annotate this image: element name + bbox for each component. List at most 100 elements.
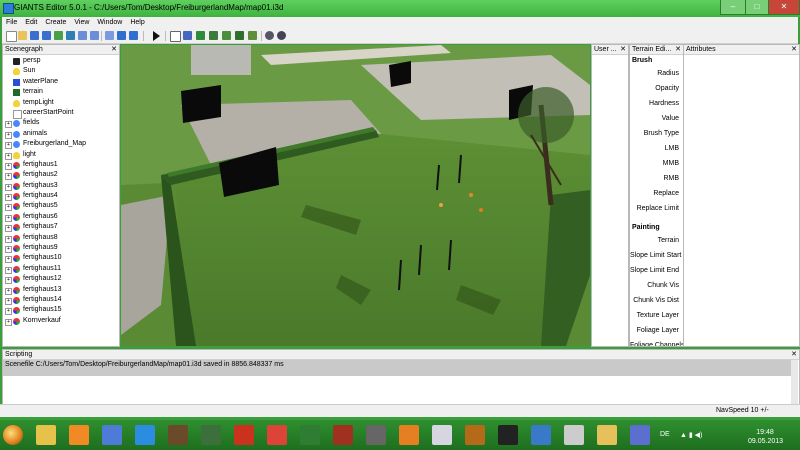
language-indicator[interactable]: DE (660, 431, 670, 438)
expand-toggle-icon[interactable]: + (5, 308, 12, 316)
scenegraph-node[interactable]: + fertighaus5 (3, 201, 119, 212)
terrain-sculpt-icon[interactable] (222, 31, 231, 40)
internet-explorer-icon[interactable] (135, 425, 155, 445)
copy-icon[interactable] (90, 31, 99, 40)
scenegraph-node[interactable]: + fertighaus13 (3, 285, 119, 295)
scenegraph-node[interactable]: + fertighaus15 (3, 305, 119, 316)
scenegraph-node[interactable]: + light (3, 150, 119, 160)
undo-icon[interactable] (117, 31, 126, 40)
save-icon[interactable] (30, 31, 39, 40)
scenegraph-node[interactable]: + fertighaus10 (3, 253, 119, 264)
expand-toggle-icon[interactable]: + (5, 235, 12, 243)
scenegraph-node[interactable]: tempLight (3, 98, 119, 108)
scenegraph-node[interactable]: + fertighaus8 (3, 233, 119, 243)
expand-toggle-icon[interactable]: + (5, 225, 12, 233)
expand-toggle-icon[interactable]: + (5, 297, 12, 305)
circle-2-icon[interactable] (498, 425, 518, 445)
scenegraph-node[interactable]: + fields (3, 118, 119, 129)
expand-toggle-icon[interactable]: + (5, 173, 12, 181)
satellite-icon[interactable] (102, 425, 122, 445)
farming-2012-icon[interactable] (234, 425, 254, 445)
minimize-button[interactable]: – (720, 0, 746, 15)
scenegraph-node[interactable]: + fertighaus4 (3, 191, 119, 202)
scenegraph-node[interactable]: + fertighaus11 (3, 264, 119, 274)
3d-viewport[interactable] (121, 45, 590, 346)
move-icon[interactable] (183, 31, 192, 40)
scale-icon[interactable] (209, 31, 218, 40)
menu-view[interactable]: View (70, 17, 93, 29)
redo-icon[interactable] (129, 31, 138, 40)
farm-game-icon[interactable] (333, 425, 353, 445)
menu-file[interactable]: File (2, 17, 21, 29)
scenegraph-close-button[interactable]: ✕ (111, 45, 117, 54)
expand-toggle-icon[interactable]: + (5, 214, 12, 222)
folder-icon[interactable] (597, 425, 617, 445)
start-button-icon[interactable] (3, 425, 23, 445)
close-button[interactable]: ✕ (768, 0, 800, 15)
blender-icon[interactable] (399, 425, 419, 445)
menu-create[interactable]: Create (41, 17, 70, 29)
new-file-icon[interactable] (6, 31, 17, 42)
steam-icon[interactable] (366, 425, 386, 445)
attributes-close-button[interactable]: ✕ (791, 45, 797, 54)
expand-toggle-icon[interactable]: + (5, 246, 12, 254)
system-clock[interactable]: 19:48 09.05.2013 (748, 428, 783, 446)
editor-icon[interactable] (630, 425, 650, 445)
minecraft-icon[interactable] (168, 425, 188, 445)
export-icon[interactable] (66, 31, 75, 40)
foliage-icon[interactable] (248, 31, 257, 40)
expand-toggle-icon[interactable]: + (5, 121, 12, 129)
expand-toggle-icon[interactable]: + (5, 277, 12, 285)
expand-toggle-icon[interactable]: + (5, 131, 12, 139)
open-icon[interactable] (18, 31, 27, 40)
rotate-icon[interactable] (196, 31, 205, 40)
scripting-close-button[interactable]: ✕ (791, 350, 797, 359)
play-icon[interactable] (153, 31, 160, 41)
scenegraph-node[interactable]: persp (3, 56, 119, 66)
messenger-icon[interactable] (531, 425, 551, 445)
tractor-icon[interactable] (300, 425, 320, 445)
terrain-panel-close-button[interactable]: ✕ (675, 45, 681, 54)
scenegraph-node[interactable]: waterPlane (3, 77, 119, 87)
scenegraph-node[interactable]: + Freiburgerland_Map (3, 139, 119, 150)
bulldozer-icon[interactable] (465, 425, 485, 445)
menu-edit[interactable]: Edit (21, 17, 41, 29)
script-input[interactable] (3, 378, 791, 404)
expand-toggle-icon[interactable]: + (5, 194, 12, 202)
import-icon[interactable] (54, 31, 63, 40)
expand-toggle-icon[interactable]: + (5, 162, 12, 170)
tray-icons[interactable]: ▲ ▮ ◀) (680, 431, 702, 439)
expand-toggle-icon[interactable]: + (5, 318, 12, 326)
scenegraph-node[interactable]: terrain (3, 87, 119, 97)
scenegraph-node[interactable]: + fertighaus6 (3, 212, 119, 222)
paint-icon[interactable] (432, 425, 452, 445)
menu-help[interactable]: Help (126, 17, 148, 29)
expand-toggle-icon[interactable]: + (5, 204, 12, 212)
expand-toggle-icon[interactable]: + (5, 152, 12, 160)
chrome-icon[interactable] (267, 425, 287, 445)
media-player-icon[interactable] (69, 425, 89, 445)
scenegraph-node[interactable]: + fertighaus1 (3, 160, 119, 170)
expand-toggle-icon[interactable]: + (5, 142, 12, 150)
task-icon[interactable] (564, 425, 584, 445)
select-icon[interactable] (170, 31, 181, 42)
save-as-icon[interactable] (42, 31, 51, 40)
scenegraph-node[interactable]: + fertighaus2 (3, 170, 119, 181)
game-99-icon[interactable] (201, 425, 221, 445)
menu-window[interactable]: Window (93, 17, 126, 29)
scenegraph-node[interactable]: + fertighaus12 (3, 274, 119, 285)
orbit-icon[interactable] (277, 31, 286, 40)
expand-toggle-icon[interactable]: + (5, 287, 12, 295)
expand-toggle-icon[interactable]: + (5, 256, 12, 264)
expand-toggle-icon[interactable]: + (5, 266, 12, 274)
scenegraph-node[interactable]: Sun (3, 66, 119, 76)
cut-icon[interactable] (78, 31, 87, 40)
paste-icon[interactable] (105, 31, 114, 40)
camera-icon[interactable] (265, 31, 274, 40)
scripting-scrollbar[interactable] (791, 360, 798, 404)
user-panel-close-button[interactable]: ✕ (620, 45, 626, 54)
expand-toggle-icon[interactable]: + (5, 183, 12, 191)
maximize-button[interactable]: □ (745, 0, 769, 15)
explorer-icon[interactable] (36, 425, 56, 445)
scenegraph-node[interactable]: + fertighaus7 (3, 222, 119, 233)
